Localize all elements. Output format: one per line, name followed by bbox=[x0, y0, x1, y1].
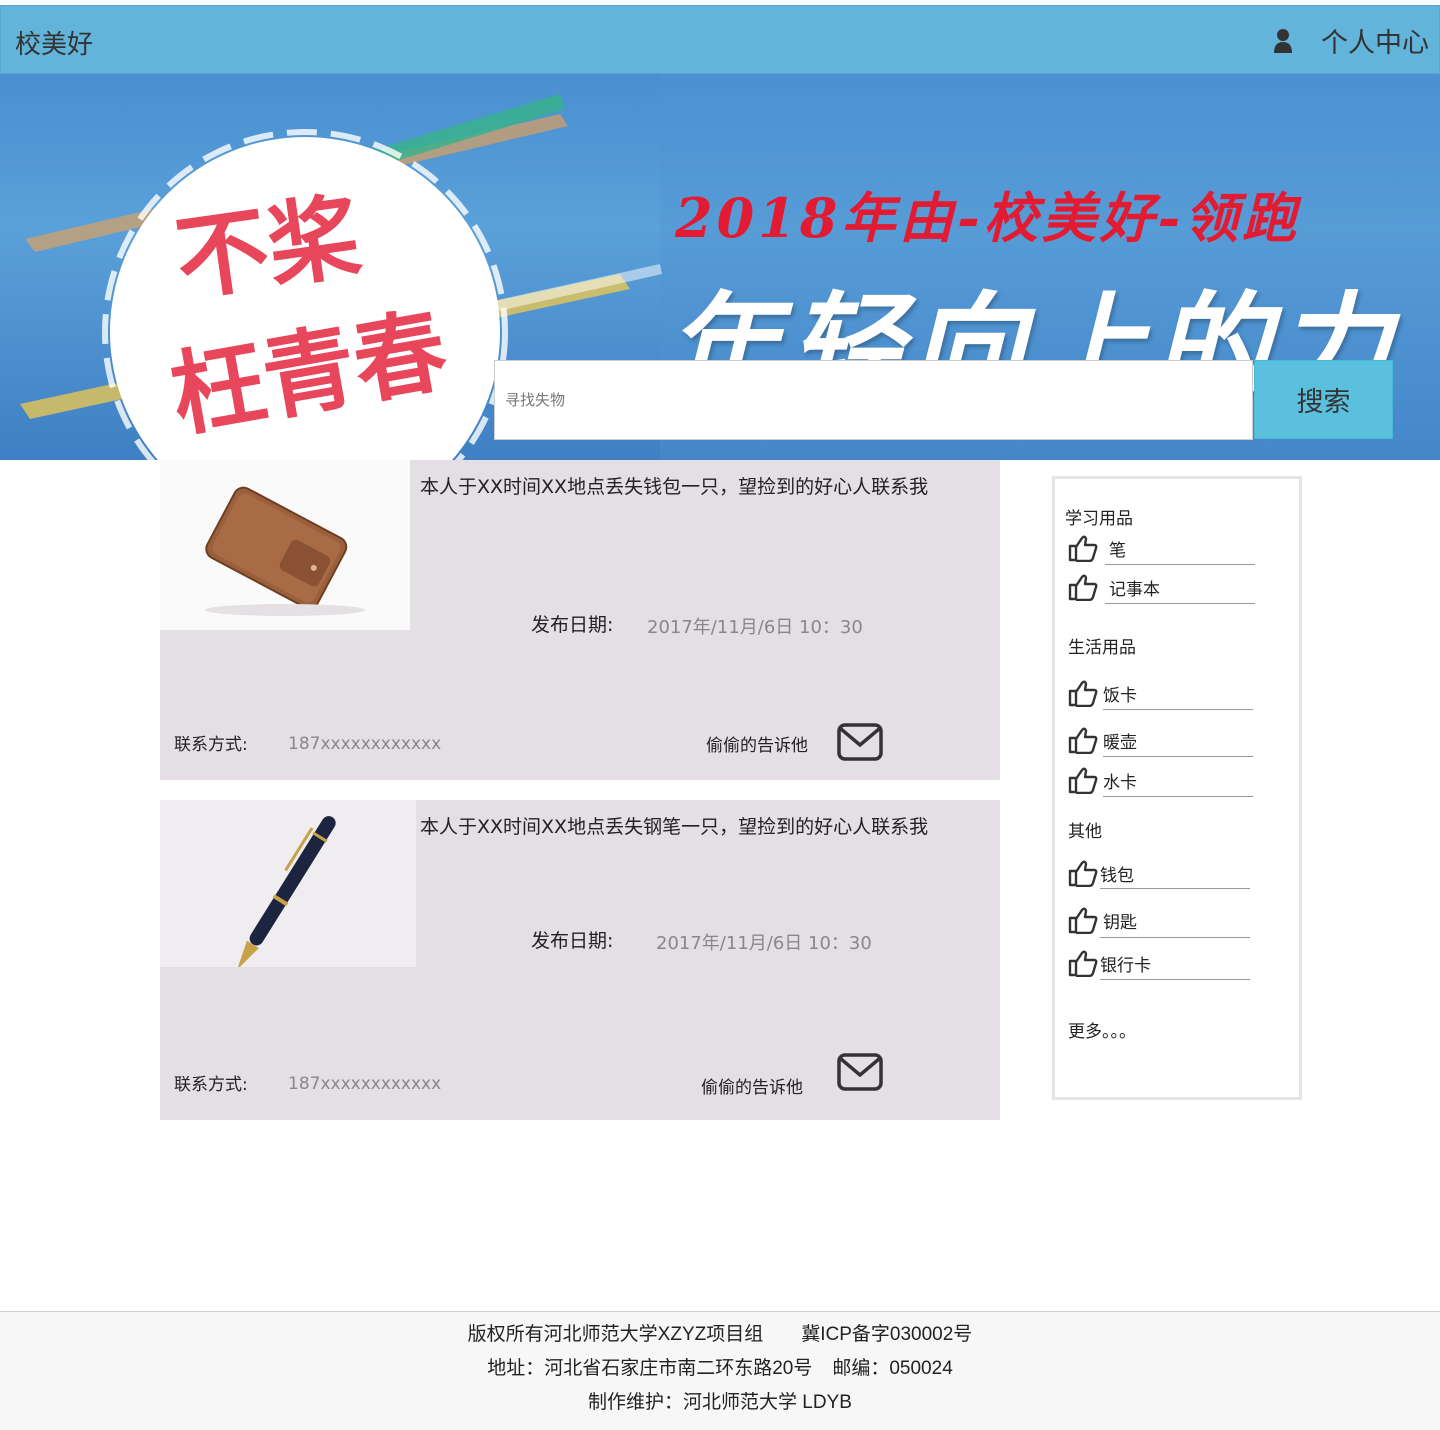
contact-label: 联系方式: bbox=[174, 735, 248, 755]
sidebar-item-bank-card[interactable]: 银行卡 bbox=[1067, 946, 1257, 980]
sidebar-item-label: 记事本 bbox=[1109, 579, 1160, 600]
sidebar-item-meal-card[interactable]: 饭卡 bbox=[1067, 676, 1257, 710]
sidebar-item-label: 银行卡 bbox=[1100, 955, 1151, 976]
thumbs-up-icon bbox=[1068, 680, 1098, 707]
divider bbox=[1100, 888, 1250, 889]
search-input[interactable] bbox=[494, 360, 1253, 440]
sidebar-item-thermos[interactable]: 暖壶 bbox=[1067, 723, 1257, 757]
divider bbox=[1105, 564, 1255, 565]
sidebar-item-label: 水卡 bbox=[1103, 772, 1137, 793]
sidebar-item-keys[interactable]: 钥匙 bbox=[1067, 903, 1257, 937]
lost-item-card[interactable]: 本人于XX时间XX地点丢失钱包一只，望捡到的好心人联系我 发布日期: 2017年… bbox=[160, 460, 1000, 780]
post-date-label: 发布日期: bbox=[531, 614, 614, 636]
sidebar-item-label: 钥匙 bbox=[1103, 912, 1137, 933]
divider bbox=[1103, 796, 1253, 797]
footer-line1: 版权所有河北师范大学XZYZ项目组 冀ICP备字030002号 bbox=[0, 1318, 1440, 1352]
lost-item-card[interactable]: 本人于XX时间XX地点丢失钢笔一只，望捡到的好心人联系我 发布日期: 2017年… bbox=[160, 800, 1000, 1120]
tell-owner-link[interactable]: 偷偷的告诉他 bbox=[706, 731, 808, 756]
category-title-study: 学习用品 bbox=[1065, 509, 1133, 529]
pen-image[interactable] bbox=[160, 800, 416, 970]
user-center-label: 个人中心 bbox=[1321, 28, 1429, 59]
copyright-text: 版权所有河北师范大学XZYZ项目组 bbox=[467, 1324, 764, 1345]
footer-line2: 地址：河北省石家庄市南二环东路20号 邮编：050024 bbox=[0, 1352, 1440, 1386]
post-description: 本人于XX时间XX地点丢失钢笔一只，望捡到的好心人联系我 bbox=[420, 816, 929, 838]
divider bbox=[1103, 709, 1253, 710]
sidebar-item-label: 暖壶 bbox=[1103, 732, 1137, 753]
user-center-link[interactable]: 个人中心 bbox=[1273, 21, 1429, 60]
tell-owner-link[interactable]: 偷偷的告诉他 bbox=[701, 1073, 803, 1098]
search-button[interactable]: 搜索 bbox=[1254, 360, 1393, 439]
divider bbox=[1100, 937, 1250, 938]
site-brand[interactable]: 校美好 bbox=[15, 24, 93, 61]
sidebar-item-notebook[interactable]: 记事本 bbox=[1067, 570, 1257, 604]
divider bbox=[1105, 603, 1255, 604]
sidebar-item-label: 饭卡 bbox=[1103, 685, 1137, 706]
sidebar-item-wallet[interactable]: 钱包 bbox=[1067, 856, 1257, 890]
icp-text: 冀ICP备字030002号 bbox=[801, 1324, 973, 1345]
category-sidebar: 学习用品 笔 记事本 生活用品 饭卡 暖壶 水卡 其他 钱包 钥匙 银行卡 更多… bbox=[1052, 476, 1302, 1100]
post-description: 本人于XX时间XX地点丢失钱包一只，望捡到的好心人联系我 bbox=[420, 476, 929, 498]
thumbs-up-icon bbox=[1068, 574, 1098, 601]
contact-label: 联系方式: bbox=[174, 1075, 248, 1095]
post-date: 2017年/11月/6日 10：30 bbox=[656, 933, 872, 954]
thumbs-up-icon bbox=[1068, 767, 1098, 794]
divider bbox=[1100, 979, 1250, 980]
thumbs-up-icon bbox=[1068, 727, 1098, 754]
contact-number: 187xxxxxxxxxxxx bbox=[288, 734, 442, 754]
mail-icon[interactable] bbox=[837, 723, 883, 761]
banner-subtitle: 2018年由-校美好-领跑 bbox=[675, 186, 1301, 250]
sidebar-item-label: 钱包 bbox=[1100, 865, 1134, 886]
wallet-image[interactable] bbox=[160, 460, 410, 630]
sidebar-item-pen[interactable]: 笔 bbox=[1067, 531, 1257, 565]
address-text: 地址：河北省石家庄市南二环东路20号 bbox=[487, 1358, 813, 1379]
page-footer: 版权所有河北师范大学XZYZ项目组 冀ICP备字030002号 地址：河北省石家庄… bbox=[0, 1311, 1440, 1430]
user-icon bbox=[1274, 28, 1292, 53]
thumbs-up-icon bbox=[1068, 860, 1098, 887]
thumbs-up-icon bbox=[1068, 950, 1098, 977]
sidebar-item-water-card[interactable]: 水卡 bbox=[1067, 763, 1257, 797]
post-date: 2017年/11月/6日 10：30 bbox=[647, 617, 863, 638]
divider bbox=[1103, 756, 1253, 757]
category-title-other: 其他 bbox=[1068, 822, 1102, 842]
category-title-daily: 生活用品 bbox=[1068, 638, 1136, 658]
sidebar-item-label: 笔 bbox=[1109, 540, 1126, 561]
post-date-label: 发布日期: bbox=[531, 930, 614, 952]
top-navbar: 校美好 个人中心 bbox=[0, 5, 1440, 74]
mail-icon[interactable] bbox=[837, 1053, 883, 1091]
thumbs-up-icon bbox=[1068, 907, 1098, 934]
maintainer-text: 制作维护：河北师范大学 LDYB bbox=[588, 1392, 852, 1413]
thumbs-up-icon bbox=[1068, 535, 1098, 562]
contact-number: 187xxxxxxxxxxxx bbox=[288, 1074, 442, 1094]
footer-line3: 制作维护：河北师范大学 LDYB bbox=[0, 1386, 1440, 1420]
more-categories-link[interactable]: 更多。。。 bbox=[1068, 1017, 1136, 1042]
postcode-text: 邮编：050024 bbox=[832, 1358, 953, 1379]
